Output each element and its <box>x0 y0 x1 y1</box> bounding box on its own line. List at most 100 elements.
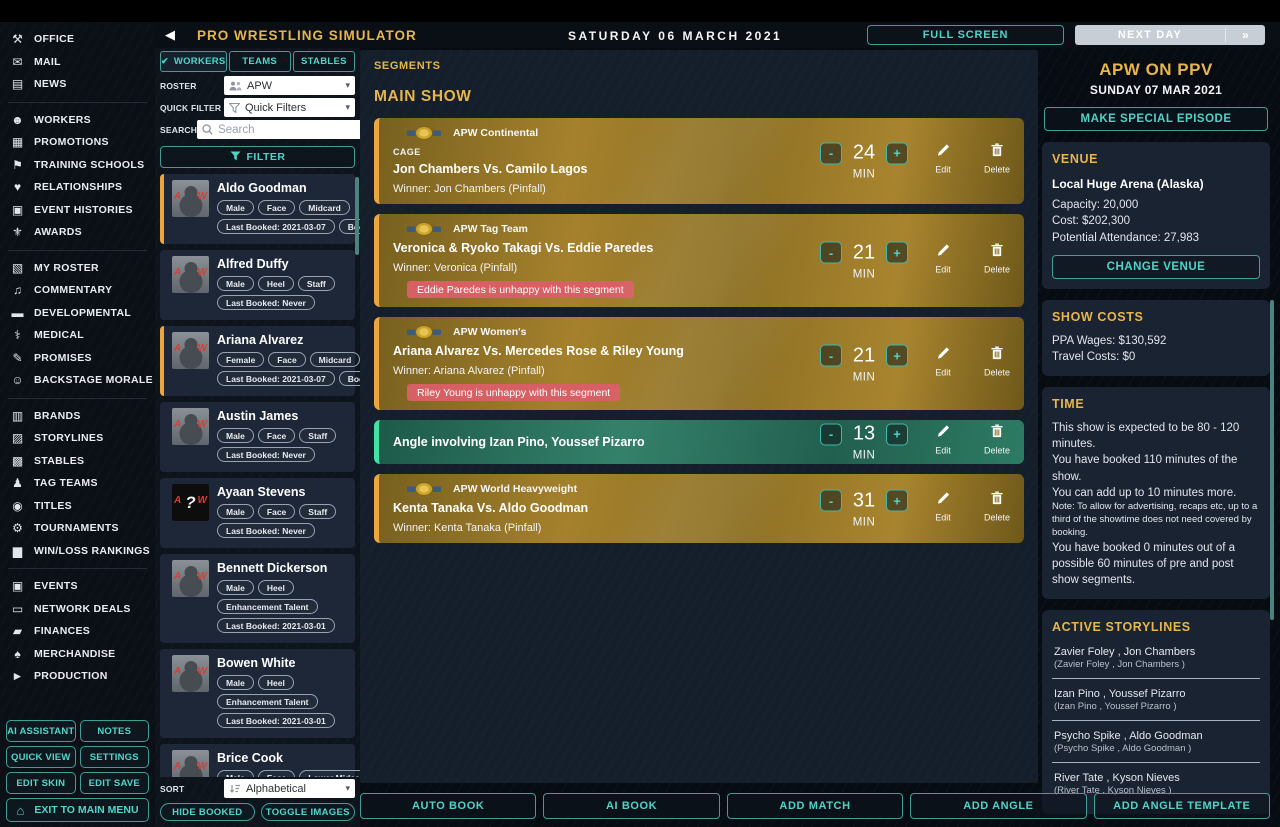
sidebar-item-news[interactable]: ▤ NEWS <box>0 73 155 96</box>
sidebar-item-commentary[interactable]: ♫ COMMENTARY <box>0 279 155 302</box>
filter-button[interactable]: FILTER <box>160 146 355 168</box>
back-icon[interactable]: ◀ <box>165 27 175 43</box>
full-screen-button[interactable]: FULL SCREEN <box>867 25 1064 45</box>
sidebar-item-label: NEWS <box>34 78 67 90</box>
sidebar-item-office[interactable]: ⚒ OFFICE <box>0 28 155 51</box>
search-input[interactable] <box>218 124 372 136</box>
delete-segment-button[interactable]: Delete <box>978 142 1016 175</box>
segment-card[interactable]: Angle involving Izan Pino, Youssef Pizar… <box>374 420 1024 464</box>
exit-to-main-menu-button[interactable]: ⌂ EXIT TO MAIN MENU <box>6 798 149 822</box>
sidebar-item-win-loss-rankings[interactable]: ▆ WIN/LOSS RANKINGS <box>0 540 155 563</box>
make-special-episode-button[interactable]: MAKE SPECIAL EPISODE <box>1044 107 1268 131</box>
edit-segment-button[interactable]: Edit <box>924 489 962 522</box>
roster-select[interactable]: APW ▾ <box>224 76 355 95</box>
ai-book-button[interactable]: AI BOOK <box>543 793 719 819</box>
ai-assistant-button[interactable]: AI ASSISTANT <box>6 720 76 742</box>
quick-filter-select[interactable]: Quick Filters ▾ <box>224 98 355 117</box>
tab-teams[interactable]: TEAMS <box>229 51 291 72</box>
worker-list-item-austin-james[interactable]: A W Austin James MaleFaceStaffLast Booke… <box>160 402 355 472</box>
sidebar-item-workers[interactable]: ☻ WORKERS <box>0 109 155 132</box>
worker-tag-chip: Male <box>217 675 254 690</box>
segment-card[interactable]: APW Women's Ariana Alvarez Vs. Mercedes … <box>374 317 1024 410</box>
sidebar-item-tournaments[interactable]: ⚙ TOURNAMENTS <box>0 517 155 540</box>
minutes-increase-button[interactable]: + <box>886 490 908 512</box>
venue-name: Local Huge Arena (Alaska) <box>1052 177 1260 191</box>
sidebar-item-developmental[interactable]: ▬ DEVELOPMENTAL <box>0 302 155 325</box>
edit-skin-button[interactable]: EDIT SKIN <box>6 772 76 794</box>
edit-segment-button[interactable]: Edit <box>924 344 962 377</box>
edit-segment-button[interactable]: Edit <box>924 142 962 175</box>
tab-stables[interactable]: STABLES <box>293 51 355 72</box>
edit-save-button[interactable]: EDIT SAVE <box>80 772 150 794</box>
delete-segment-button[interactable]: Delete <box>978 344 1016 377</box>
minutes-decrease-button[interactable]: - <box>820 142 842 164</box>
minutes-increase-button[interactable]: + <box>886 345 908 367</box>
sidebar-item-finances[interactable]: ▰ FINANCES <box>0 620 155 643</box>
sidebar-group-divider <box>8 250 147 251</box>
sidebar-item-mail[interactable]: ✉ MAIL <box>0 51 155 74</box>
sidebar-item-medical[interactable]: ⚕ MEDICAL <box>0 324 155 347</box>
sidebar-item-promises[interactable]: ✎ PROMISES <box>0 347 155 370</box>
sidebar-item-tag-teams[interactable]: ♟ TAG TEAMS <box>0 472 155 495</box>
segment-card[interactable]: APW World Heavyweight Kenta Tanaka Vs. A… <box>374 474 1024 543</box>
minutes-increase-button[interactable]: + <box>886 142 908 164</box>
storyline-item[interactable]: Zavier Foley , Jon Chambers (Zavier Fole… <box>1052 637 1260 679</box>
sidebar-item-training-schools[interactable]: ⚑ TRAINING SCHOOLS <box>0 154 155 177</box>
worker-list-item-bowen-white[interactable]: A W Bowen White MaleHeelEnhancement Tale… <box>160 649 355 738</box>
segment-minutes-value: 24 <box>850 142 878 165</box>
settings-button[interactable]: SETTINGS <box>80 746 150 768</box>
hide-booked-button[interactable]: HIDE BOOKED <box>160 803 255 821</box>
add-angle-template-button[interactable]: ADD ANGLE TEMPLATE <box>1094 793 1270 819</box>
avatar-overlay-letter: W <box>198 666 207 677</box>
worker-list-scrollbar[interactable] <box>355 177 359 255</box>
worker-list-item-brice-cook[interactable]: A W Brice Cook MaleFaceLower MidcardLast… <box>160 744 355 777</box>
sidebar-item-awards[interactable]: ⚜ AWARDS <box>0 221 155 244</box>
storyline-item[interactable]: Izan Pino , Youssef Pizarro (Izan Pino ,… <box>1052 679 1260 721</box>
storyline-item[interactable]: Psycho Spike , Aldo Goodman (Psycho Spik… <box>1052 721 1260 763</box>
sidebar-item-merchandise[interactable]: ♠ MERCHANDISE <box>0 643 155 666</box>
worker-list-item-aldo-goodman[interactable]: A W Aldo Goodman MaleFaceMidcardLast Boo… <box>160 174 355 244</box>
edit-label: Edit <box>935 367 951 377</box>
sidebar-item-my-roster[interactable]: ▧ MY ROSTER <box>0 257 155 280</box>
sort-select[interactable]: Alphabetical ▾ <box>224 779 355 798</box>
minutes-increase-button[interactable]: + <box>886 242 908 264</box>
segment-card[interactable]: APW Tag Team Veronica & Ryoko Takagi Vs.… <box>374 214 1024 307</box>
minutes-increase-button[interactable]: + <box>886 423 908 445</box>
add-match-button[interactable]: ADD MATCH <box>727 793 903 819</box>
sidebar-item-storylines[interactable]: ▨ STORYLINES <box>0 427 155 450</box>
toggle-images-button[interactable]: TOGGLE IMAGES <box>261 803 356 821</box>
auto-book-button[interactable]: AUTO BOOK <box>360 793 536 819</box>
sidebar-item-events[interactable]: ▣ EVENTS <box>0 575 155 598</box>
sidebar-item-production[interactable]: ► PRODUCTION <box>0 665 155 688</box>
segment-card[interactable]: APW Continental CAGE Jon Chambers Vs. Ca… <box>374 118 1024 204</box>
sidebar-item-backstage-morale[interactable]: ☺ BACKSTAGE MORALE <box>0 369 155 392</box>
sidebar-item-promotions[interactable]: ▦ PROMOTIONS <box>0 131 155 154</box>
notes-button[interactable]: NOTES <box>80 720 150 742</box>
edit-segment-button[interactable]: Edit <box>924 423 962 456</box>
sidebar-item-stables[interactable]: ▩ STABLES <box>0 450 155 473</box>
worker-tags-row: MaleFaceMidcard <box>217 200 349 215</box>
sidebar-item-brands[interactable]: ▥ BRANDS <box>0 405 155 428</box>
right-panel-scrollbar[interactable] <box>1270 300 1274 620</box>
worker-list-item-ayaan-stevens[interactable]: A W ? Ayaan Stevens MaleFaceStaffLast Bo… <box>160 478 355 548</box>
sidebar-item-titles[interactable]: ◉ TITLES <box>0 495 155 518</box>
edit-segment-button[interactable]: Edit <box>924 241 962 274</box>
add-angle-button[interactable]: ADD ANGLE <box>910 793 1086 819</box>
change-venue-button[interactable]: CHANGE VENUE <box>1052 255 1260 279</box>
sidebar-item-network-deals[interactable]: ▭ NETWORK DEALS <box>0 598 155 621</box>
minutes-decrease-button[interactable]: - <box>820 423 842 445</box>
tab-workers[interactable]: ✔ WORKERS <box>160 51 227 72</box>
worker-list-item-ariana-alvarez[interactable]: A W Ariana Alvarez FemaleFaceMidcardLast… <box>160 326 355 396</box>
minutes-decrease-button[interactable]: - <box>820 242 842 264</box>
next-day-button[interactable]: NEXT DAY » <box>1075 25 1265 45</box>
delete-segment-button[interactable]: Delete <box>978 489 1016 522</box>
minutes-decrease-button[interactable]: - <box>820 345 842 367</box>
worker-list-item-alfred-duffy[interactable]: A W Alfred Duffy MaleHeelStaffLast Booke… <box>160 250 355 320</box>
delete-segment-button[interactable]: Delete <box>978 241 1016 274</box>
sidebar-item-relationships[interactable]: ♥ RELATIONSHIPS <box>0 176 155 199</box>
minutes-decrease-button[interactable]: - <box>820 490 842 512</box>
worker-list-item-bennett-dickerson[interactable]: A W Bennett Dickerson MaleHeelEnhancemen… <box>160 554 355 643</box>
sidebar-item-event-histories[interactable]: ▣ EVENT HISTORIES <box>0 199 155 222</box>
quick-view-button[interactable]: QUICK VIEW <box>6 746 76 768</box>
delete-segment-button[interactable]: Delete <box>978 423 1016 456</box>
